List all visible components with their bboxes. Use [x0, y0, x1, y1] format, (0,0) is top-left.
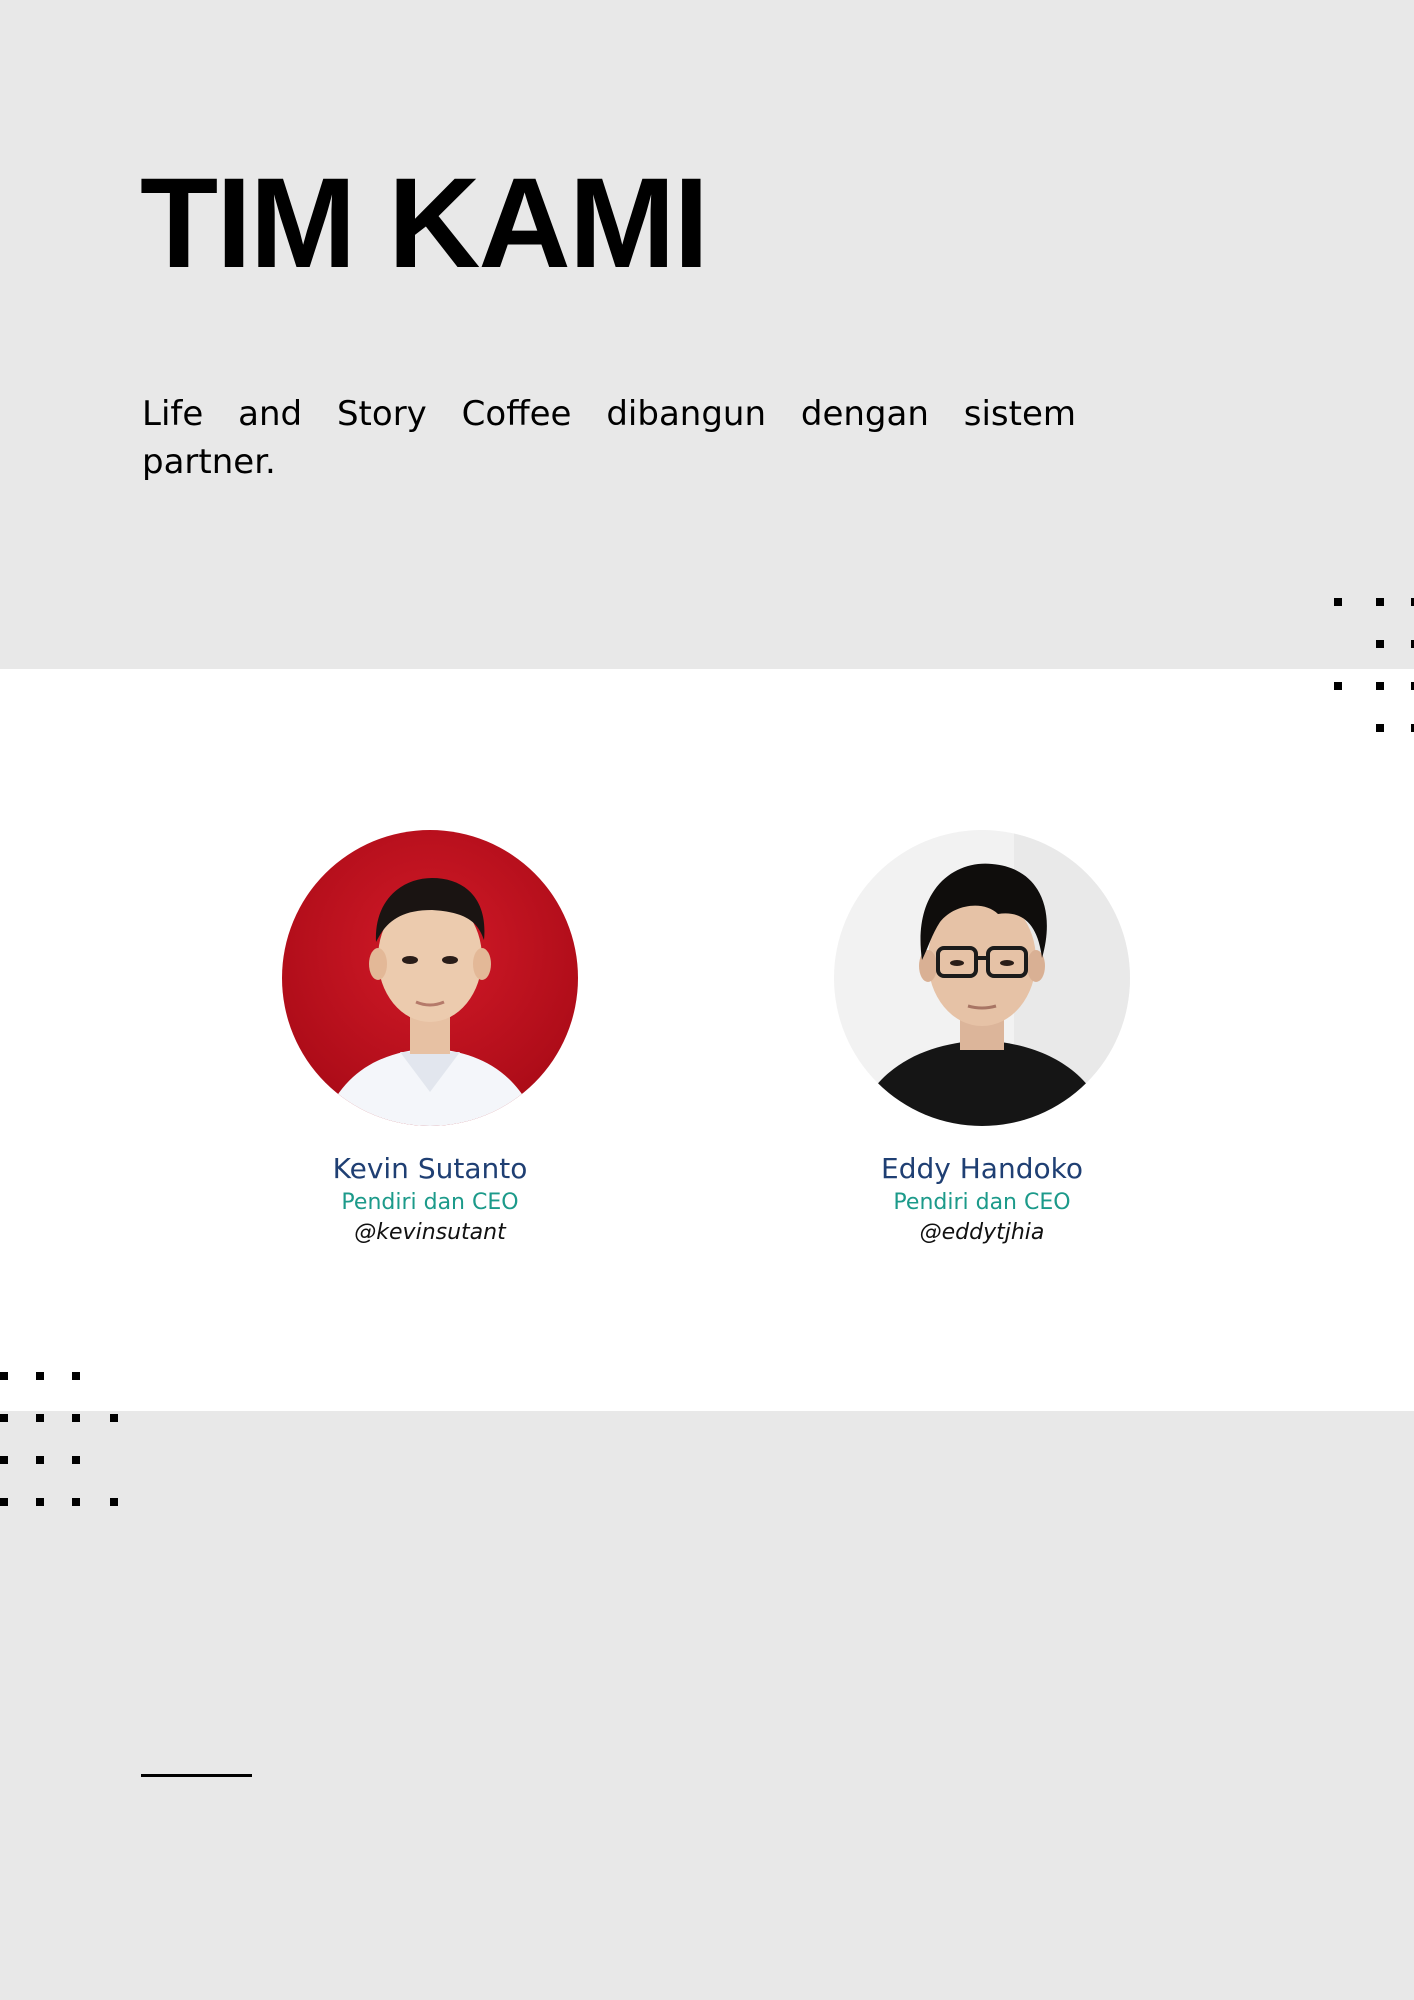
member-handle: @eddytjhia: [919, 1220, 1045, 1245]
decorative-divider: [141, 1774, 252, 1777]
member-handle: @kevinsutant: [354, 1220, 506, 1245]
dot-pattern-bottom-left: [0, 1372, 120, 1512]
dot-pattern-top-right: [1334, 598, 1414, 738]
avatar: [282, 830, 578, 1126]
portrait-photo: [282, 830, 578, 1126]
page-title: TIM KAMI: [140, 152, 709, 295]
team-section-band: [0, 669, 1414, 1411]
member-name: Eddy Handoko: [881, 1152, 1083, 1185]
team-member-card: Kevin Sutanto Pendiri dan CEO @kevinsuta…: [220, 830, 640, 1248]
member-name: Kevin Sutanto: [332, 1152, 528, 1185]
team-member-card: Eddy Handoko Pendiri dan CEO @eddytjhia: [772, 830, 1192, 1248]
member-role: Pendiri dan CEO: [893, 1190, 1071, 1215]
member-role: Pendiri dan CEO: [341, 1190, 519, 1215]
portrait-photo: [834, 830, 1130, 1126]
intro-paragraph: Life and Story Coffee dibangun dengan si…: [142, 394, 1076, 482]
avatar: [834, 830, 1130, 1126]
